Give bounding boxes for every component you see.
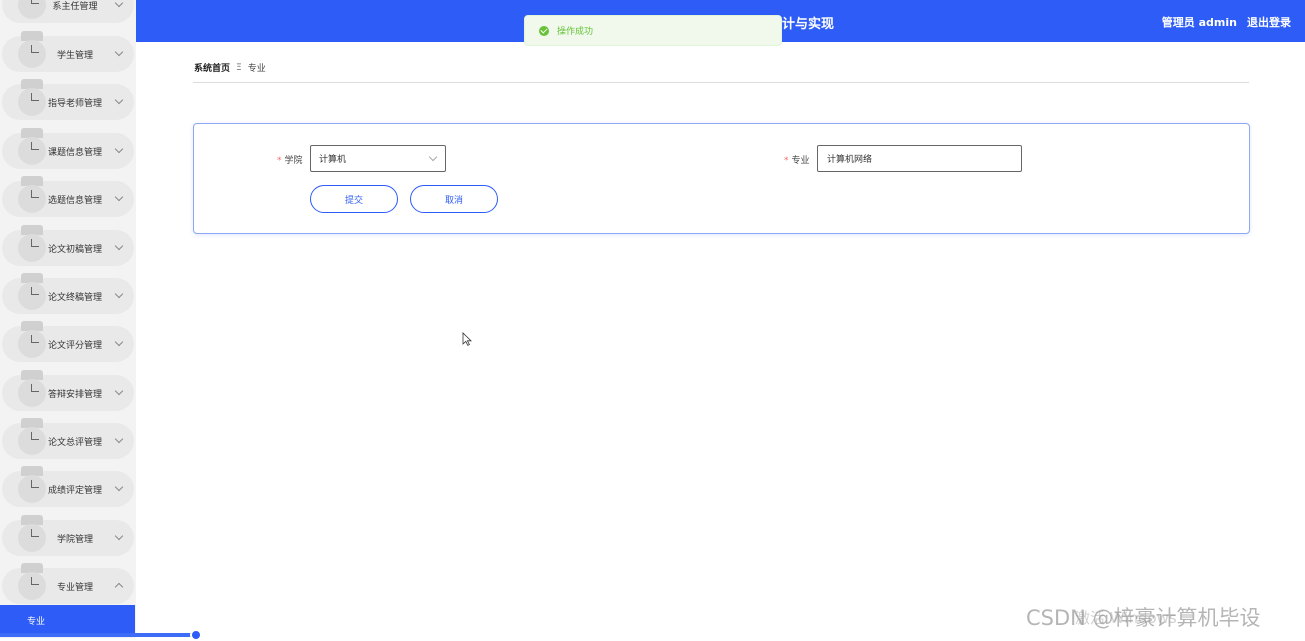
major-label: 专业 <box>791 156 810 166</box>
sidebar-item-topic-selection[interactable]: 选题信息管理 <box>2 176 134 217</box>
sidebar-item-label: 专业管理 <box>56 582 93 593</box>
chevron-down-icon <box>114 241 124 251</box>
menu-glyph-icon <box>31 45 39 53</box>
toast-message: 操作成功 <box>557 27 594 37</box>
sidebar-item-label: 答辩安排管理 <box>47 389 102 400</box>
submit-button[interactable]: 提交 <box>310 185 398 213</box>
menu-glyph-icon <box>31 480 39 488</box>
menu-glyph-icon <box>31 0 39 4</box>
college-label: 学院 <box>284 156 303 166</box>
sidebar-item-label: 课题信息管理 <box>47 147 102 158</box>
success-toast: 操作成功 <box>524 15 782 46</box>
mouse-cursor-icon <box>462 332 472 346</box>
sidebar-item-advisors[interactable]: 指导老师管理 <box>2 79 134 120</box>
sidebar-scroll-handle[interactable] <box>190 629 202 641</box>
menu-glyph-icon <box>31 190 39 198</box>
menu-glyph-icon <box>31 93 39 101</box>
menu-glyph-icon <box>31 432 39 440</box>
sidebar-item-topics[interactable]: 课题信息管理 <box>2 128 134 169</box>
major-input[interactable]: 计算机网络 <box>817 145 1022 172</box>
sidebar-item-label: 论文评分管理 <box>47 340 102 351</box>
chevron-down-icon <box>114 386 124 396</box>
college-field-label: * 学院 <box>277 153 303 166</box>
sidebar-item-label: 成绩评定管理 <box>47 485 102 496</box>
sidebar: 系主任管理 学生管理 指导老师管理 课题信息管理 选题信息管理 论文初稿管理 论… <box>0 0 202 641</box>
breadcrumb: 系统首页 Ξ 专业 <box>194 61 266 75</box>
chevron-down-icon <box>428 152 438 162</box>
sidebar-scrollbar[interactable] <box>0 633 200 637</box>
sidebar-item-label: 学院管理 <box>56 534 93 545</box>
divider <box>193 82 1249 83</box>
chevron-down-icon <box>114 531 124 541</box>
required-mark: * <box>277 156 282 166</box>
menu-glyph-icon <box>31 142 39 150</box>
college-select[interactable]: 计算机 <box>310 145 446 172</box>
sidebar-subitem-label: 专业 <box>27 616 46 627</box>
menu-glyph-icon <box>31 529 39 537</box>
sidebar-item-label: 选题信息管理 <box>47 195 102 206</box>
activate-windows-watermark: 激活 Windows <box>1075 609 1177 627</box>
sidebar-item-final-draft[interactable]: 论文终稿管理 <box>2 273 134 314</box>
major-field-label: * 专业 <box>784 153 810 166</box>
chevron-up-icon <box>114 582 124 592</box>
chevron-down-icon <box>114 192 124 202</box>
menu-glyph-icon <box>31 384 39 392</box>
sidebar-item-label: 学生管理 <box>56 50 93 61</box>
major-input-value: 计算机网络 <box>827 155 873 165</box>
sidebar-item-label: 系主任管理 <box>52 1 98 12</box>
required-mark: * <box>784 156 789 166</box>
menu-glyph-icon <box>31 335 39 343</box>
sidebar-item-dept-head[interactable]: 系主任管理 <box>2 0 134 23</box>
breadcrumb-separator-icon: Ξ <box>236 62 242 73</box>
sidebar-item-grades[interactable]: 成绩评定管理 <box>2 466 134 507</box>
sidebar-item-defense[interactable]: 答辩安排管理 <box>2 370 134 411</box>
sidebar-item-colleges[interactable]: 学院管理 <box>2 515 134 556</box>
major-form: * 学院 计算机 * 专业 计算机网络 提交 取消 <box>193 123 1250 234</box>
current-user: 管理员 admin <box>1161 16 1237 29</box>
menu-glyph-icon <box>31 577 39 585</box>
chevron-down-icon <box>114 337 124 347</box>
college-select-value: 计算机 <box>319 155 347 165</box>
menu-glyph-icon <box>31 287 39 295</box>
chevron-down-icon <box>114 144 124 154</box>
chevron-down-icon <box>114 0 124 8</box>
sidebar-item-students[interactable]: 学生管理 <box>2 31 134 72</box>
sidebar-item-overall-review[interactable]: 论文总评管理 <box>2 418 134 459</box>
sidebar-item-scoring[interactable]: 论文评分管理 <box>2 321 134 362</box>
sidebar-item-label: 指导老师管理 <box>47 98 102 109</box>
chevron-down-icon <box>114 289 124 299</box>
cancel-button[interactable]: 取消 <box>410 185 498 213</box>
breadcrumb-current: 专业 <box>247 64 266 74</box>
chevron-down-icon <box>114 95 124 105</box>
sidebar-subitem-major[interactable]: 专业 <box>0 605 135 635</box>
chevron-down-icon <box>114 47 124 57</box>
chevron-down-icon <box>114 434 124 444</box>
breadcrumb-home[interactable]: 系统首页 <box>194 61 230 74</box>
logout-link[interactable]: 退出登录 <box>1247 14 1291 30</box>
sidebar-item-label: 论文总评管理 <box>47 437 102 448</box>
sidebar-item-majors[interactable]: 专业管理 <box>2 563 134 604</box>
menu-glyph-icon <box>31 239 39 247</box>
app-title: 计与实现 <box>782 17 835 32</box>
sidebar-item-first-draft[interactable]: 论文初稿管理 <box>2 225 134 266</box>
chevron-down-icon <box>114 482 124 492</box>
sidebar-item-label: 论文终稿管理 <box>47 292 102 303</box>
sidebar-item-label: 论文初稿管理 <box>47 244 102 255</box>
success-check-icon <box>539 25 549 36</box>
